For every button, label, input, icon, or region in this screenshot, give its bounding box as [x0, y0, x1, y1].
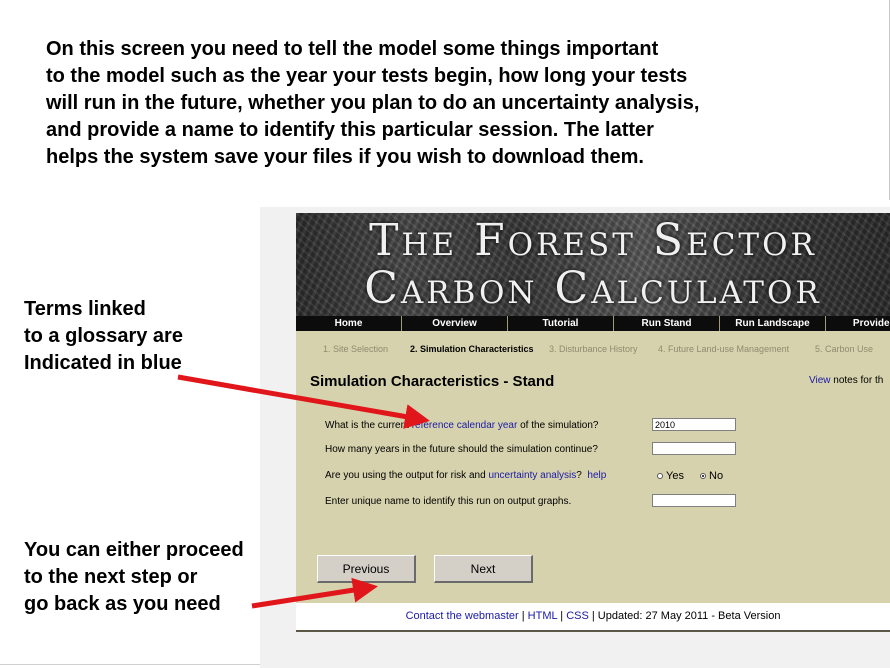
- previous-arrow: [251, 577, 378, 609]
- annotation-arrows: [177, 374, 430, 609]
- glossary-arrow: [177, 374, 430, 429]
